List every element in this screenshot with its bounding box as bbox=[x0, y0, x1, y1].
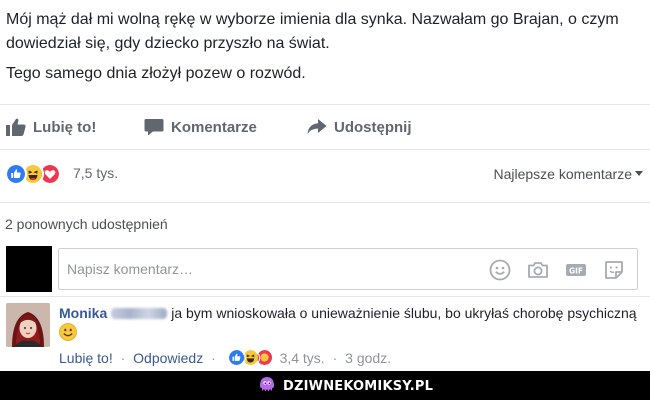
share-button-label: Udostępnij bbox=[334, 118, 412, 136]
brand-watermark: DZIWNEKOMIKSY.PL bbox=[257, 376, 433, 396]
share-button[interactable]: Udostępnij bbox=[307, 112, 412, 142]
like-reaction-icon bbox=[5, 163, 27, 185]
svg-text:GIF: GIF bbox=[569, 266, 583, 275]
separator: · bbox=[332, 350, 338, 366]
sticker-icon[interactable] bbox=[603, 259, 625, 281]
post-text: Mój mąż dał mi wolną rękę w wyborze imie… bbox=[6, 8, 642, 86]
divider bbox=[0, 104, 650, 105]
comment-button[interactable]: Komentarze bbox=[144, 112, 257, 142]
comment-author[interactable]: Monika bbox=[59, 305, 107, 321]
composer-icons: GIF bbox=[489, 259, 625, 281]
divider bbox=[0, 296, 650, 297]
like-button-label: Lubię to! bbox=[33, 118, 97, 136]
divider bbox=[0, 149, 650, 150]
comment-input[interactable] bbox=[67, 259, 477, 279]
comment-button-label: Komentarze bbox=[171, 118, 257, 136]
composer-avatar bbox=[6, 246, 52, 292]
comment-meta: Lubię to! · Odpowiedz · 3,4 tys. · 3 god… bbox=[59, 349, 391, 367]
comment-bubble-icon bbox=[144, 119, 164, 136]
shares-link[interactable]: 2 ponownych udostępnień bbox=[5, 216, 168, 232]
caret-down-icon bbox=[635, 171, 643, 176]
comment-body: Monika ja bym wnioskowała o unieważnienie… bbox=[59, 303, 639, 343]
watermark-footer: DZIWNEKOMIKSY.PL bbox=[0, 371, 650, 400]
like-button[interactable]: Lubię to! bbox=[6, 112, 96, 142]
camera-icon[interactable] bbox=[527, 259, 549, 281]
separator: · bbox=[120, 350, 126, 366]
separator: · bbox=[211, 350, 216, 366]
comment-composer[interactable]: GIF bbox=[58, 248, 638, 290]
comment-like-link[interactable]: Lubię to! bbox=[59, 350, 113, 366]
brand-text: DZIWNEKOMIKSY.PL bbox=[283, 378, 434, 394]
reactions-summary: 7,5 tys. Najlepsze komentarze bbox=[5, 160, 645, 188]
reaction-icons[interactable] bbox=[5, 163, 73, 185]
emoji-icon[interactable] bbox=[489, 259, 511, 281]
octopus-logo-icon bbox=[257, 374, 277, 399]
like-reaction-icon bbox=[227, 349, 246, 367]
comment-reaction-count[interactable]: 3,4 tys. bbox=[280, 350, 325, 366]
post-paragraph-1: Mój mąż dał mi wolną rękę w wyborze imie… bbox=[6, 11, 619, 52]
post-action-bar: Lubię to! Komentarze Udostępnij bbox=[0, 112, 650, 142]
comment-timestamp[interactable]: 3 godz. bbox=[345, 350, 391, 366]
share-arrow-icon bbox=[307, 119, 327, 134]
reaction-count[interactable]: 7,5 tys. bbox=[73, 165, 118, 181]
gif-icon[interactable]: GIF bbox=[565, 259, 587, 281]
post-paragraph-2: Tego samego dnia złożył pozew o rozwód. bbox=[6, 65, 306, 82]
comment-reaction-icons[interactable] bbox=[227, 349, 276, 367]
comment-text: ja bym wnioskowała o unieważnienie ślubu… bbox=[171, 305, 637, 321]
smiley-emoji-icon bbox=[59, 323, 77, 341]
divider bbox=[0, 202, 650, 203]
blurred-surname bbox=[111, 308, 168, 319]
comment-sort-dropdown[interactable]: Najlepsze komentarze bbox=[493, 166, 643, 182]
comment-sort-label: Najlepsze komentarze bbox=[493, 166, 632, 182]
commenter-avatar[interactable] bbox=[6, 303, 50, 347]
thumbs-up-icon bbox=[6, 118, 26, 136]
comment-reply-link[interactable]: Odpowiedz bbox=[133, 350, 203, 366]
